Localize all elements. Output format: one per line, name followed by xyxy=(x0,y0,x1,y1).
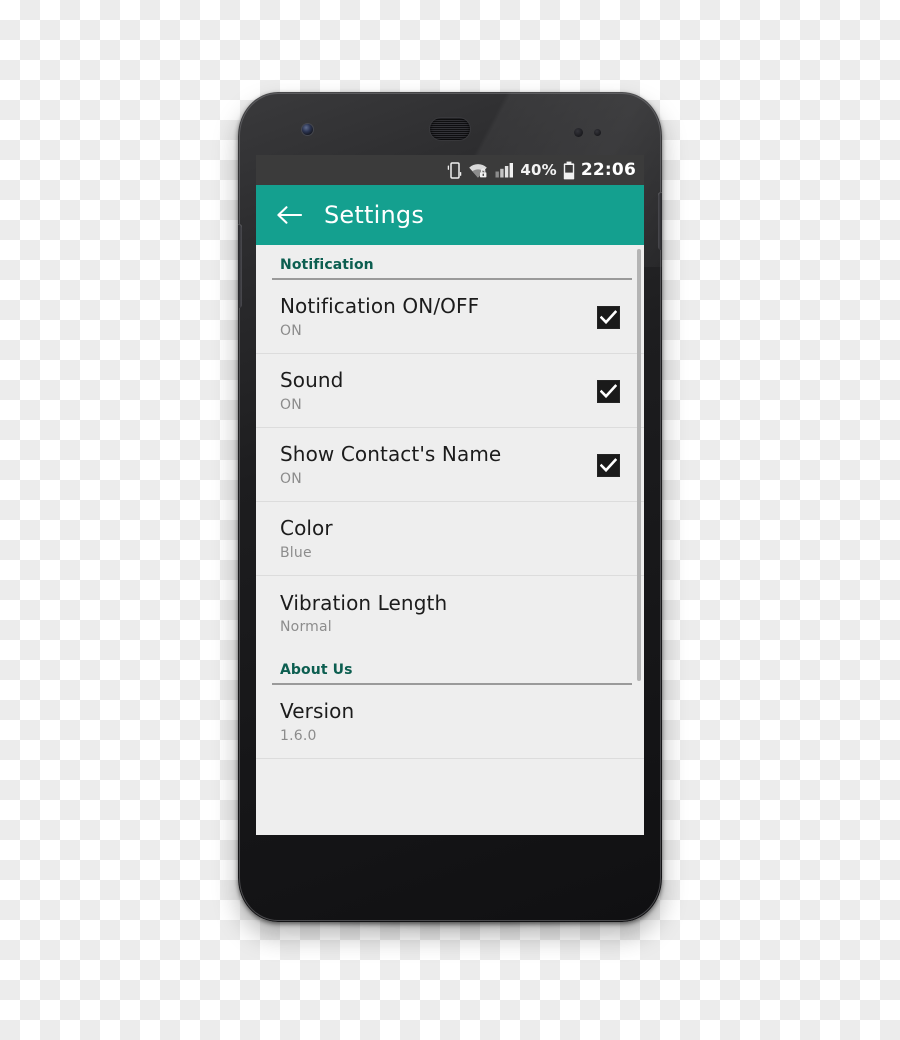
list-scrollbar[interactable] xyxy=(637,249,641,809)
status-bar-clock: 22:06 xyxy=(580,159,636,180)
list-item-title: Version xyxy=(280,699,355,724)
list-item-title: Show Contact's Name xyxy=(280,442,502,467)
list-item-subtitle: 1.6.0 xyxy=(280,727,317,744)
list-item-subtitle: ON xyxy=(280,322,302,339)
battery-percent-label: 40% xyxy=(520,160,557,179)
status-bar-icons: 40% xyxy=(447,161,575,180)
check-icon xyxy=(600,309,617,324)
power-button[interactable] xyxy=(658,192,662,250)
signal-bars-icon xyxy=(495,163,514,178)
app-toolbar: Settings xyxy=(256,185,644,245)
checkbox-sound[interactable] xyxy=(597,379,620,403)
page-title: Settings xyxy=(324,201,425,229)
check-icon xyxy=(600,457,617,472)
proximity-sensor-icon xyxy=(574,128,583,137)
status-bar: 40% 22:06 xyxy=(256,155,644,185)
list-item-title: Sound xyxy=(280,368,344,393)
battery-icon xyxy=(563,161,575,179)
list-item-subtitle: ON xyxy=(280,396,302,413)
section-notification: Notification Notification ON/OFF ON Soun… xyxy=(256,245,644,650)
back-arrow-icon[interactable] xyxy=(276,205,302,225)
list-item-text: Show Contact's Name ON xyxy=(280,442,583,487)
vibrate-icon xyxy=(448,161,462,179)
wifi-secure-icon xyxy=(469,163,488,178)
list-item-subtitle: Normal xyxy=(280,619,332,636)
list-item-text: Version 1.6.0 xyxy=(280,699,620,744)
check-icon xyxy=(600,383,617,398)
list-item-title: Color xyxy=(280,516,333,541)
section-header-notification: Notification xyxy=(280,257,374,273)
earpiece-speaker-icon xyxy=(430,118,470,140)
list-item-sound[interactable]: Sound ON xyxy=(256,354,644,428)
list-item-text: Color Blue xyxy=(280,516,620,561)
settings-list[interactable]: Notification Notification ON/OFF ON Soun… xyxy=(256,245,644,835)
checkbox-show-contacts-name[interactable] xyxy=(597,453,620,477)
list-scrollbar-thumb[interactable] xyxy=(637,249,641,681)
list-item-title: Vibration Length xyxy=(280,590,448,615)
list-item-show-contacts-name[interactable]: Show Contact's Name ON xyxy=(256,428,644,502)
list-item-notification-onoff[interactable]: Notification ON/OFF ON xyxy=(256,280,644,354)
list-item-title: Notification ON/OFF xyxy=(280,294,480,319)
volume-rocker-button[interactable] xyxy=(238,224,242,308)
phone-device: 40% 22:06 Settings Notification Notifica… xyxy=(238,92,662,922)
list-item-subtitle: ON xyxy=(280,470,302,487)
front-camera-icon xyxy=(302,124,313,135)
list-item-text: Notification ON/OFF ON xyxy=(280,294,583,339)
section-about-us: About Us Version 1.6.0 xyxy=(256,650,644,759)
section-header-about-us: About Us xyxy=(280,662,353,678)
list-item-subtitle: Blue xyxy=(280,544,312,561)
light-sensor-icon xyxy=(594,129,601,136)
checkbox-notification-onoff[interactable] xyxy=(597,305,620,329)
list-item-vibration-length[interactable]: Vibration Length Normal xyxy=(256,576,644,650)
list-item-version[interactable]: Version 1.6.0 xyxy=(256,685,644,759)
list-item-text: Sound ON xyxy=(280,368,583,413)
phone-screen: 40% 22:06 Settings Notification Notifica… xyxy=(256,155,644,835)
list-item-text: Vibration Length Normal xyxy=(280,590,620,636)
list-item-color[interactable]: Color Blue xyxy=(256,502,644,576)
